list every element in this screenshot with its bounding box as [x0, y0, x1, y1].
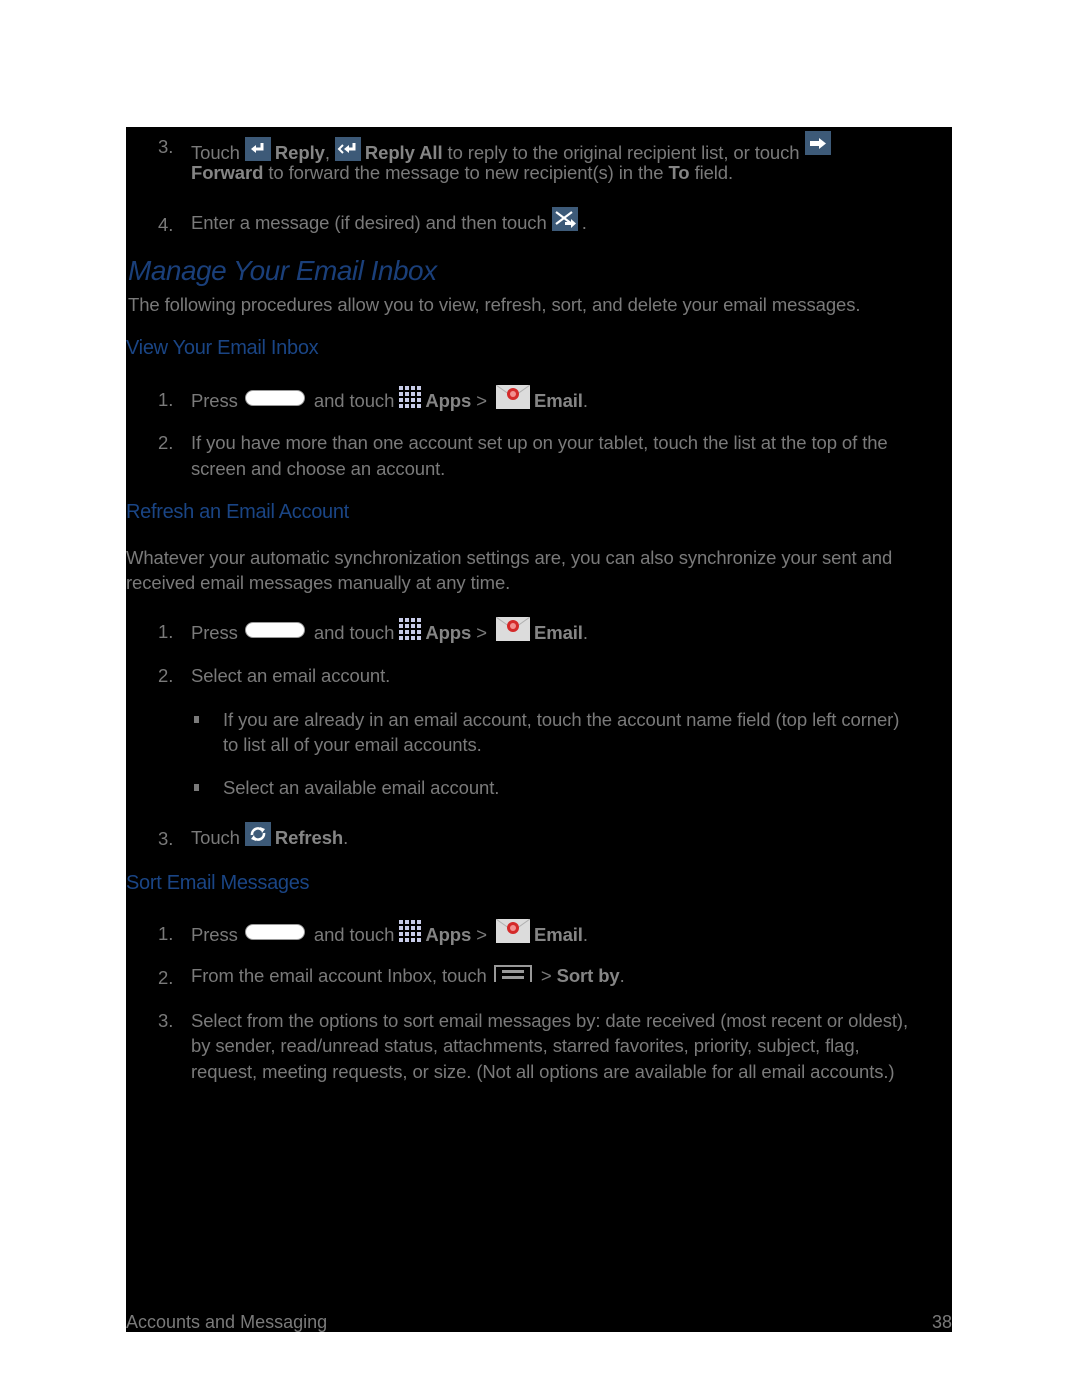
apps-label: Apps [425, 622, 472, 643]
period: . [619, 965, 625, 986]
email-label: Email [533, 390, 583, 411]
forward-icon [804, 131, 831, 155]
step-open-email: Press and touch Apps > Email. [191, 385, 588, 412]
period: . [581, 212, 587, 233]
refresh-intro-line1: Whatever your automatic synchronization … [126, 547, 893, 568]
email-label: Email [533, 622, 583, 643]
bullet-text-line1: If you are already in an email account, … [223, 709, 900, 730]
step-number: 2. [158, 432, 174, 453]
step-choose-account-line2: screen and choose an account. [191, 458, 446, 479]
step-sort-by: From the email account Inbox, touch > So… [191, 965, 625, 987]
email-envelope-icon [495, 919, 530, 943]
sort-options-line1: Select from the options to sort email me… [191, 1010, 909, 1031]
bullet-text: Select an available email account. [223, 777, 500, 798]
separator: > [476, 622, 487, 643]
manual-page: 3. Touch Reply, Reply All to reply to th… [126, 127, 952, 1332]
step-number: 1. [158, 923, 174, 944]
refresh-icon [244, 822, 271, 846]
step-text: Enter a message (if desired) and then to… [191, 212, 547, 233]
bullet-marker [194, 784, 199, 791]
step-refresh: Touch Refresh. [191, 822, 348, 849]
step-text: Touch [191, 827, 240, 848]
period: . [582, 622, 588, 643]
heading-view-inbox: View Your Email Inbox [126, 337, 319, 359]
home-key-icon [244, 924, 305, 940]
email-envelope-icon [495, 617, 530, 641]
step-text: and touch [313, 390, 395, 411]
menu-icon [493, 965, 532, 982]
page-title: Manage Your Email Inbox [128, 255, 437, 286]
home-key-icon [244, 390, 305, 406]
step-text: field. [694, 162, 734, 183]
separator: > [476, 390, 487, 411]
step-number: 3. [158, 136, 174, 157]
sort-options-line3: request, meeting requests, or size. (Not… [191, 1061, 895, 1082]
step-number: 3. [158, 1010, 174, 1031]
step-text: to forward the message to new recipient(… [268, 162, 664, 183]
section-intro: The following procedures allow you to vi… [128, 294, 861, 315]
reply-all-icon [334, 137, 361, 161]
footer-section-name: Accounts and Messaging [126, 1312, 328, 1332]
heading-refresh: Refresh an Email Account [126, 501, 349, 523]
apps-grid-icon [399, 618, 422, 640]
forward-label: Forward [191, 162, 264, 183]
reply-all-label: Reply All [364, 142, 443, 163]
email-envelope-icon [495, 385, 530, 409]
separator: > [476, 924, 487, 945]
sort-by-label: Sort by [556, 965, 620, 986]
step-text: Press [191, 390, 238, 411]
period: . [582, 924, 588, 945]
bullet-marker [194, 716, 199, 723]
step-number: 1. [158, 389, 174, 410]
comma: , [324, 142, 330, 163]
step-send: Enter a message (if desired) and then to… [191, 207, 587, 234]
step-number: 1. [158, 621, 174, 642]
separator: > [540, 965, 552, 986]
email-label: Email [533, 924, 583, 945]
step-text: Press [191, 924, 238, 945]
step-reply-line1: Touch Reply, Reply All to reply to the o… [191, 131, 835, 164]
step-open-email: Press and touch Apps > Email. [191, 617, 588, 644]
period: . [343, 827, 349, 848]
step-open-email: Press and touch Apps > Email. [191, 919, 588, 946]
refresh-intro-line2: received email messages manually at any … [126, 572, 511, 593]
send-icon [551, 207, 578, 231]
refresh-label: Refresh [274, 827, 344, 848]
step-choose-account-line1: If you have more than one account set up… [191, 432, 888, 453]
step-number: 2. [158, 967, 174, 988]
step-select-account: Select an email account. [191, 665, 391, 686]
home-key-icon [244, 622, 305, 638]
heading-sort: Sort Email Messages [126, 872, 310, 894]
step-reply-line2: Forward to forward the message to new re… [191, 162, 733, 184]
step-text: Press [191, 622, 238, 643]
step-text: and touch [313, 924, 395, 945]
step-number: 2. [158, 665, 174, 686]
step-number: 4. [158, 214, 174, 235]
apps-label: Apps [425, 390, 472, 411]
bullet-text-line2: to list all of your email accounts. [223, 734, 482, 755]
sort-options-line2: by sender, read/unread status, attachmen… [191, 1035, 860, 1056]
step-text: and touch [313, 622, 395, 643]
reply-icon [244, 137, 271, 161]
step-text: Touch [191, 142, 240, 163]
reply-label: Reply [274, 142, 325, 163]
apps-grid-icon [399, 920, 422, 942]
apps-grid-icon [399, 386, 422, 408]
page-number: 38 [931, 1312, 952, 1332]
step-text: to reply to the original recipient list,… [447, 142, 800, 163]
period: . [582, 390, 588, 411]
step-number: 3. [158, 828, 174, 849]
step-text: From the email account Inbox, touch [191, 965, 487, 986]
apps-label: Apps [425, 924, 472, 945]
to-field-label: To [668, 162, 690, 183]
